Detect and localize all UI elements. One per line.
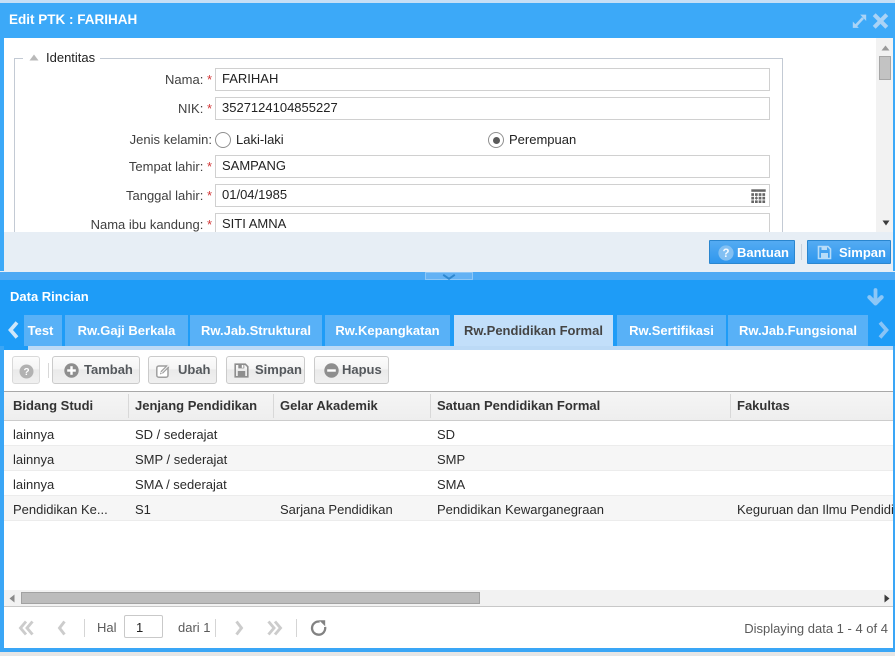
svg-text:?: ? [722, 248, 729, 260]
svg-text:?: ? [23, 367, 29, 378]
